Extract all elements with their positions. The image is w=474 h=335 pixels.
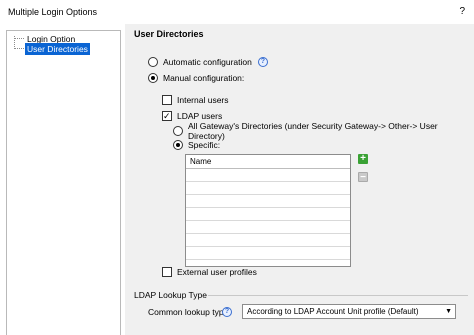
automatic-configuration-option[interactable]: Automatic configuration ? [148,56,268,68]
list-header-name[interactable]: Name [186,155,350,169]
all-gateway-directories-option[interactable]: All Gateway's Directories (under Securit… [173,121,474,141]
manual-radio[interactable] [148,73,158,83]
specific-radio[interactable] [173,140,183,150]
specific-label: Specific: [188,140,221,150]
automatic-radio[interactable] [148,57,158,67]
chevron-down-icon[interactable]: ▼ [445,305,452,318]
tree-item-user-directories[interactable]: User Directories [25,43,90,55]
internal-users-checkbox[interactable] [162,95,172,105]
list-item[interactable] [186,247,350,260]
external-user-profiles-option[interactable]: External user profiles [162,266,257,278]
all-gateway-radio[interactable] [173,126,183,136]
section-title: User Directories [134,29,204,39]
internal-users-label: Internal users [177,95,229,105]
ldap-lookup-group-label: LDAP Lookup Type [134,290,207,300]
title-bar: Multiple Login Options ? [0,0,474,24]
list-item[interactable] [186,221,350,234]
list-item[interactable] [186,234,350,247]
window-title: Multiple Login Options [8,7,98,17]
lookup-type-select[interactable]: According to LDAP Account Unit profile (… [242,304,456,319]
external-profiles-checkbox[interactable] [162,267,172,277]
list-item[interactable] [186,195,350,208]
remove-directory-button[interactable]: − [358,172,368,183]
list-item[interactable] [186,169,350,182]
info-icon[interactable]: ? [257,57,268,67]
automatic-label: Automatic configuration [163,57,252,67]
ldap-users-checkbox[interactable] [162,110,172,122]
navigation-tree: Login Option User Directories [6,30,121,335]
internal-users-option[interactable]: Internal users [162,94,229,106]
manual-label: Manual configuration: [163,73,245,83]
external-profiles-label: External user profiles [177,267,257,277]
add-directory-button[interactable]: + [358,154,368,164]
all-gateway-label: All Gateway's Directories (under Securit… [188,121,438,141]
common-lookup-label: Common lookup type: [148,307,231,317]
manual-configuration-option[interactable]: Manual configuration: [148,72,244,84]
tree-connector [14,38,24,39]
directory-list[interactable]: Name [185,154,351,267]
lookup-type-value: According to LDAP Account Unit profile (… [247,307,419,316]
info-icon[interactable]: ? [222,307,232,317]
list-item[interactable] [186,182,350,195]
specific-option[interactable]: Specific: [173,139,220,151]
help-button[interactable]: ? [459,6,465,17]
list-item[interactable] [186,208,350,221]
group-divider [208,295,468,296]
tree-connector [14,48,24,49]
ldap-users-label: LDAP users [177,111,223,121]
settings-panel: User Directories Automatic configuration… [125,24,474,335]
